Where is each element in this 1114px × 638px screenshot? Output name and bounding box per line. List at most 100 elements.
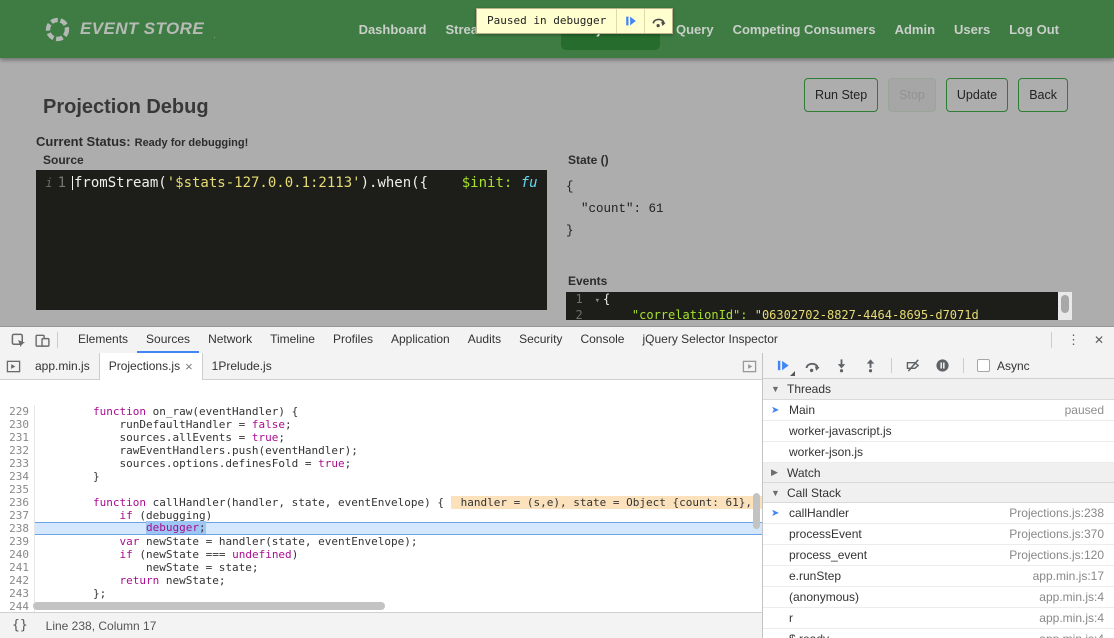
events-scrollbar-thumb[interactable] [1061, 295, 1069, 313]
device-toolbar-icon[interactable] [34, 332, 50, 348]
thread-row-main[interactable]: ➤ Main paused [763, 400, 1114, 421]
file-tab-projections-js[interactable]: Projections.js × [99, 353, 203, 380]
line-number-gutter[interactable]: 232 [0, 444, 35, 457]
line-number-gutter[interactable]: 229 [0, 405, 35, 418]
code-token: newState = handler(state, eventEnvelope)… [139, 535, 417, 548]
code-horizontal-scrollbar-thumb[interactable] [33, 602, 385, 610]
file-tab-app-min-js[interactable]: app.min.js [26, 353, 99, 379]
overlay-resume-button[interactable] [616, 9, 644, 33]
call-stack-frame[interactable]: ➤callHandlerProjections.js:238 [763, 503, 1114, 524]
step-over-button[interactable] [804, 358, 820, 374]
call-stack-frame[interactable]: (anonymous)app.min.js:4 [763, 587, 1114, 608]
resume-icon [624, 14, 638, 28]
pause-on-exceptions-button[interactable] [934, 358, 950, 374]
current-thread-marker-icon: ➤ [771, 405, 779, 416]
code-token [40, 535, 119, 548]
nav-users[interactable]: Users [951, 16, 993, 43]
nav-competing-consumers[interactable]: Competing Consumers [730, 16, 879, 43]
tab-application[interactable]: Application [382, 327, 459, 353]
code-token: debugger [146, 521, 199, 534]
devtools-menu-icon[interactable]: ⋮ [1059, 332, 1088, 348]
step-out-button[interactable] [862, 358, 878, 374]
line-number-gutter[interactable]: 243 [0, 587, 35, 600]
screen: EVENT STORE . Dashboard Stream Browser P… [0, 0, 1114, 638]
line-number-gutter[interactable]: 234 [0, 470, 35, 483]
code-token: newState = state; [40, 561, 259, 574]
resume-script-button[interactable] [775, 358, 791, 374]
line-number-gutter[interactable]: 235 [0, 483, 35, 496]
disclosure-collapsed-icon: ▶ [771, 467, 780, 478]
fold-arrow-icon[interactable]: ▾ [590, 294, 600, 308]
frame-location: Projections.js:370 [1009, 527, 1104, 541]
tab-console[interactable]: Console [571, 327, 633, 353]
call-stack-section-header[interactable]: ▼ Call Stack [763, 482, 1114, 503]
line-number-gutter[interactable]: 233 [0, 457, 35, 470]
thread-row-worker-javascript[interactable]: worker-javascript.js [763, 421, 1114, 442]
line-number-gutter[interactable]: 240 [0, 548, 35, 561]
resume-dropdown-corner [790, 371, 795, 376]
line-number-gutter[interactable]: 244 [0, 600, 35, 612]
tab-elements[interactable]: Elements [69, 327, 137, 353]
tab-sources[interactable]: Sources [137, 327, 199, 353]
nav-dashboard[interactable]: Dashboard [356, 16, 430, 43]
call-stack-frame[interactable]: process_eventProjections.js:120 [763, 545, 1114, 566]
step-into-button[interactable] [833, 358, 849, 374]
tab-security[interactable]: Security [510, 327, 571, 353]
async-label: Async [997, 359, 1030, 373]
line-number-gutter[interactable]: 237 [0, 509, 35, 522]
tab-network[interactable]: Network [199, 327, 261, 353]
overlay-step-over-button[interactable] [644, 9, 672, 33]
devtools-close-icon[interactable]: ✕ [1088, 333, 1110, 347]
call-stack-frame[interactable]: $.readyapp.min.js:4 [763, 629, 1114, 638]
code-token [40, 521, 146, 534]
code-token: ; [285, 418, 292, 431]
file-tab-1prelude-js[interactable]: 1Prelude.js [203, 353, 281, 379]
toggle-sidebar-icon[interactable] [736, 353, 762, 379]
frame-function-name: (anonymous) [789, 590, 859, 604]
line-number-gutter[interactable]: 230 [0, 418, 35, 431]
show-navigator-icon[interactable] [0, 353, 26, 379]
events-editor[interactable]: 1 ▾ { 2 "correlationId": "06302702-8827-… [566, 292, 1058, 320]
line-content: debugger; [35, 522, 762, 535]
tab-profiles[interactable]: Profiles [324, 327, 382, 353]
brand-logo[interactable]: EVENT STORE . [44, 16, 216, 43]
frame-function-name: callHandler [789, 506, 849, 520]
line-number-gutter[interactable]: 242 [0, 574, 35, 587]
nav-admin[interactable]: Admin [892, 16, 938, 43]
events-label: Events [568, 274, 607, 288]
code-line: 234 } [0, 470, 762, 483]
update-button[interactable]: Update [946, 78, 1008, 112]
nav-log-out[interactable]: Log Out [1006, 16, 1062, 43]
inspect-element-icon[interactable] [10, 332, 26, 348]
line-number-gutter[interactable]: 231 [0, 431, 35, 444]
code-line: 240 if (newState === undefined) [0, 548, 762, 561]
brand-text: EVENT STORE [80, 19, 204, 39]
events-scrollbar[interactable] [1058, 292, 1072, 320]
call-stack-frame[interactable]: e.runStepapp.min.js:17 [763, 566, 1114, 587]
tab-jquery-selector-inspector[interactable]: jQuery Selector Inspector [633, 327, 786, 353]
code-vertical-scrollbar-thumb[interactable] [753, 493, 760, 529]
stop-button[interactable]: Stop [888, 78, 936, 112]
pretty-print-icon[interactable]: {} [12, 618, 28, 633]
nav-query[interactable]: Query [673, 16, 717, 43]
call-stack-frame[interactable]: rapp.min.js:4 [763, 608, 1114, 629]
code-editor[interactable]: 229 function on_raw(eventHandler) {230 r… [0, 405, 762, 612]
watch-section-header[interactable]: ▶ Watch [763, 462, 1114, 483]
run-step-button[interactable]: Run Step [804, 78, 878, 112]
source-editor[interactable]: i1 fromStream('$stats-127.0.0.1:2113').w… [36, 170, 547, 310]
deactivate-breakpoints-button[interactable] [905, 358, 921, 374]
threads-section-header[interactable]: ▼ Threads [763, 379, 1114, 400]
async-checkbox[interactable] [977, 359, 990, 372]
line-number-gutter[interactable]: 241 [0, 561, 35, 574]
call-stack-frame[interactable]: processEventProjections.js:370 [763, 524, 1114, 545]
tab-audits[interactable]: Audits [459, 327, 510, 353]
annotation-info-icon: i [45, 176, 52, 190]
thread-paused-badge: paused [1065, 403, 1104, 417]
line-number-gutter[interactable]: 236 [0, 496, 35, 509]
close-tab-icon[interactable]: × [185, 354, 193, 379]
thread-row-worker-json[interactable]: worker-json.js [763, 442, 1114, 463]
tab-timeline[interactable]: Timeline [261, 327, 324, 353]
back-button[interactable]: Back [1018, 78, 1068, 112]
line-number-gutter[interactable]: 239 [0, 535, 35, 548]
line-number-gutter[interactable]: 238 [0, 522, 35, 535]
